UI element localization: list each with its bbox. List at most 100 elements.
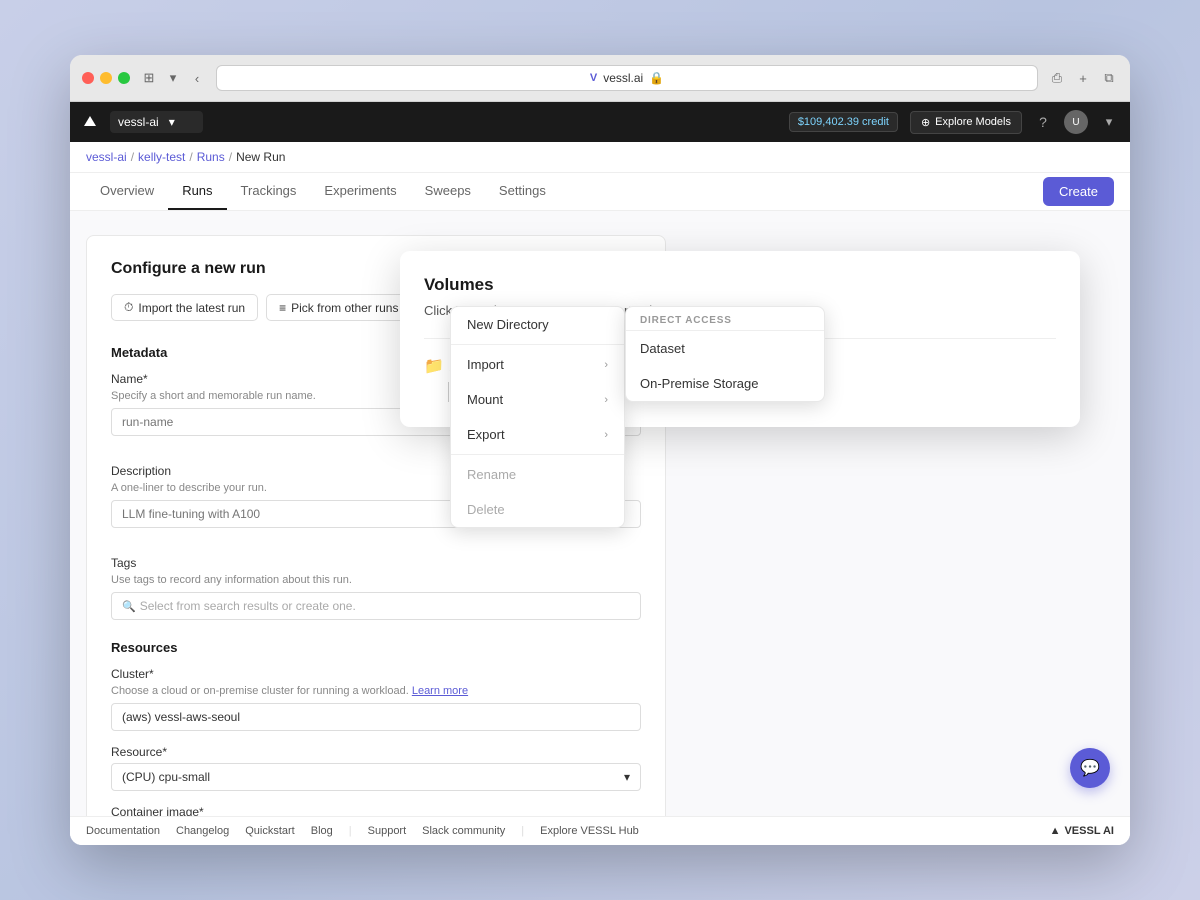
mount-submenu: DIRECT ACCESS Dataset On-Premise Storage — [625, 306, 825, 402]
list-icon: ≡ — [279, 301, 286, 315]
copy-icon[interactable]: ⧉ — [1100, 69, 1118, 87]
breadcrumb-sep-2: / — [189, 150, 192, 164]
export-label: Export — [467, 427, 505, 442]
container-label: Container image* — [111, 805, 641, 816]
footer-support[interactable]: Support — [368, 825, 407, 837]
new-tab-icon[interactable]: + — [1074, 69, 1092, 87]
explore-models-icon: ⊕ — [921, 116, 930, 129]
tags-input[interactable]: 🔍 Select from search results or create o… — [111, 592, 641, 620]
resource-select[interactable]: (CPU) cpu-small ▾ — [111, 763, 641, 791]
minimize-button[interactable] — [100, 72, 112, 84]
delete-label: Delete — [467, 502, 505, 517]
footer-documentation[interactable]: Documentation — [86, 825, 160, 837]
sub-navigation: Overview Runs Trackings Experiments Swee… — [70, 173, 1130, 211]
footer-changelog[interactable]: Changelog — [176, 825, 229, 837]
share-icon[interactable]: ⎙ — [1048, 69, 1066, 87]
import-latest-label: Import the latest run — [138, 301, 245, 315]
explore-models-label: Explore Models — [935, 116, 1011, 128]
new-directory-label: New Directory — [467, 317, 549, 332]
help-icon[interactable]: ? — [1034, 113, 1052, 131]
user-dropdown-icon[interactable]: ▾ — [1100, 113, 1118, 131]
footer: Documentation Changelog Quickstart Blog … — [70, 816, 1130, 845]
resource-field-block: Resource* (CPU) cpu-small ▾ — [111, 745, 641, 791]
create-button[interactable]: Create — [1043, 177, 1114, 206]
maximize-button[interactable] — [118, 72, 130, 84]
context-menu: New Directory Import › Mount › Export › — [450, 306, 625, 528]
main-area: Configure a new run ⏱ Import the latest … — [70, 211, 1130, 816]
footer-blog[interactable]: Blog — [311, 825, 333, 837]
context-menu-divider-1 — [451, 344, 624, 345]
traffic-lights — [82, 72, 130, 84]
footer-brand: ▲ VESSL AI — [1050, 825, 1114, 837]
import-label: Import — [467, 357, 504, 372]
cluster-hint: Choose a cloud or on-premise cluster for… — [111, 685, 641, 697]
footer-quickstart[interactable]: Quickstart — [245, 825, 295, 837]
breadcrumb-vessl-ai[interactable]: vessl-ai — [86, 150, 127, 164]
address-url: vessl.ai — [603, 71, 643, 85]
explore-models-button[interactable]: ⊕ Explore Models — [910, 111, 1022, 134]
breadcrumb: vessl-ai / kelly-test / Runs / New Run — [70, 142, 1130, 173]
mount-label: Mount — [467, 392, 503, 407]
tab-sweeps[interactable]: Sweeps — [411, 173, 485, 210]
volumes-title: Volumes — [424, 275, 1056, 295]
chat-button[interactable]: 💬 — [1070, 748, 1110, 788]
top-navigation: vessl-ai ▾ $109,402.39 credit ⊕ Explore … — [70, 102, 1130, 142]
breadcrumb-kelly-test[interactable]: kelly-test — [138, 150, 185, 164]
container-field-block: Container image* Choose a reproducible e… — [111, 805, 641, 816]
cluster-field-block: Cluster* Choose a cloud or on-premise cl… — [111, 667, 641, 731]
export-menu-item[interactable]: Export › — [451, 417, 624, 452]
org-dropdown-icon: ▾ — [169, 115, 175, 129]
vessl-logo — [82, 114, 98, 130]
mount-menu-item[interactable]: Mount › — [451, 382, 624, 417]
tags-label: Tags — [111, 556, 641, 570]
vessl-logo-icon: ▲ — [1050, 825, 1061, 837]
browser-toolbar: ⊞ ▾ ‹ — [140, 69, 206, 87]
context-menu-divider-2 — [451, 454, 624, 455]
submenu-header: DIRECT ACCESS — [626, 307, 824, 330]
cluster-value[interactable]: (aws) vessl-aws-seoul — [111, 703, 641, 731]
tags-hint: Use tags to record any information about… — [111, 574, 641, 586]
address-vessl-logo: V — [590, 72, 597, 84]
nav-tabs: Overview Runs Trackings Experiments Swee… — [86, 173, 1043, 210]
tab-settings[interactable]: Settings — [485, 173, 560, 210]
clock-icon: ⏱ — [124, 300, 133, 315]
resource-value: (CPU) cpu-small — [122, 770, 210, 784]
lock-icon: 🔒 — [649, 71, 664, 85]
tags-field-block: Tags Use tags to record any information … — [111, 556, 641, 620]
footer-slack[interactable]: Slack community — [422, 825, 505, 837]
resource-dropdown-icon: ▾ — [624, 770, 630, 784]
tab-overview[interactable]: Overview — [86, 173, 168, 210]
on-premise-submenu-item[interactable]: On-Premise Storage — [626, 366, 824, 401]
credit-badge[interactable]: $109,402.39 credit — [789, 112, 898, 132]
dataset-submenu-item[interactable]: Dataset — [626, 331, 824, 366]
back-icon[interactable]: ‹ — [188, 69, 206, 87]
app-content: vessl-ai ▾ $109,402.39 credit ⊕ Explore … — [70, 102, 1130, 845]
footer-explore-hub[interactable]: Explore VESSL Hub — [540, 825, 639, 837]
tab-experiments[interactable]: Experiments — [310, 173, 410, 210]
volumes-modal: Volumes Click "..." to import, mount, or… — [400, 251, 1080, 427]
resources-section-title: Resources — [111, 640, 641, 655]
rename-label: Rename — [467, 467, 516, 482]
import-menu-item[interactable]: Import › — [451, 347, 624, 382]
close-button[interactable] — [82, 72, 94, 84]
tab-trackings[interactable]: Trackings — [227, 173, 311, 210]
chat-icon: 💬 — [1080, 758, 1100, 778]
new-directory-menu-item[interactable]: New Directory — [451, 307, 624, 342]
browser-right-icons: ⎙ + ⧉ — [1048, 69, 1118, 87]
pick-others-button[interactable]: ≡ Pick from other runs — [266, 294, 411, 321]
sidebar-toggle-icon[interactable]: ⊞ — [140, 69, 158, 87]
user-avatar[interactable]: U — [1064, 110, 1088, 134]
breadcrumb-sep-3: / — [229, 150, 232, 164]
org-name: vessl-ai — [118, 115, 159, 129]
org-selector[interactable]: vessl-ai ▾ — [110, 111, 203, 133]
cluster-learn-more-link[interactable]: Learn more — [412, 685, 468, 697]
breadcrumb-current: New Run — [236, 150, 285, 164]
pick-others-label: Pick from other runs — [291, 301, 398, 315]
import-latest-button[interactable]: ⏱ Import the latest run — [111, 294, 258, 321]
chevron-down-icon[interactable]: ▾ — [164, 69, 182, 87]
browser-chrome: ⊞ ▾ ‹ V vessl.ai 🔒 ⎙ + ⧉ — [70, 55, 1130, 102]
tab-runs[interactable]: Runs — [168, 173, 226, 210]
breadcrumb-runs[interactable]: Runs — [197, 150, 225, 164]
address-bar[interactable]: V vessl.ai 🔒 — [216, 65, 1038, 91]
credit-amount: $109,402.39 credit — [798, 116, 889, 128]
